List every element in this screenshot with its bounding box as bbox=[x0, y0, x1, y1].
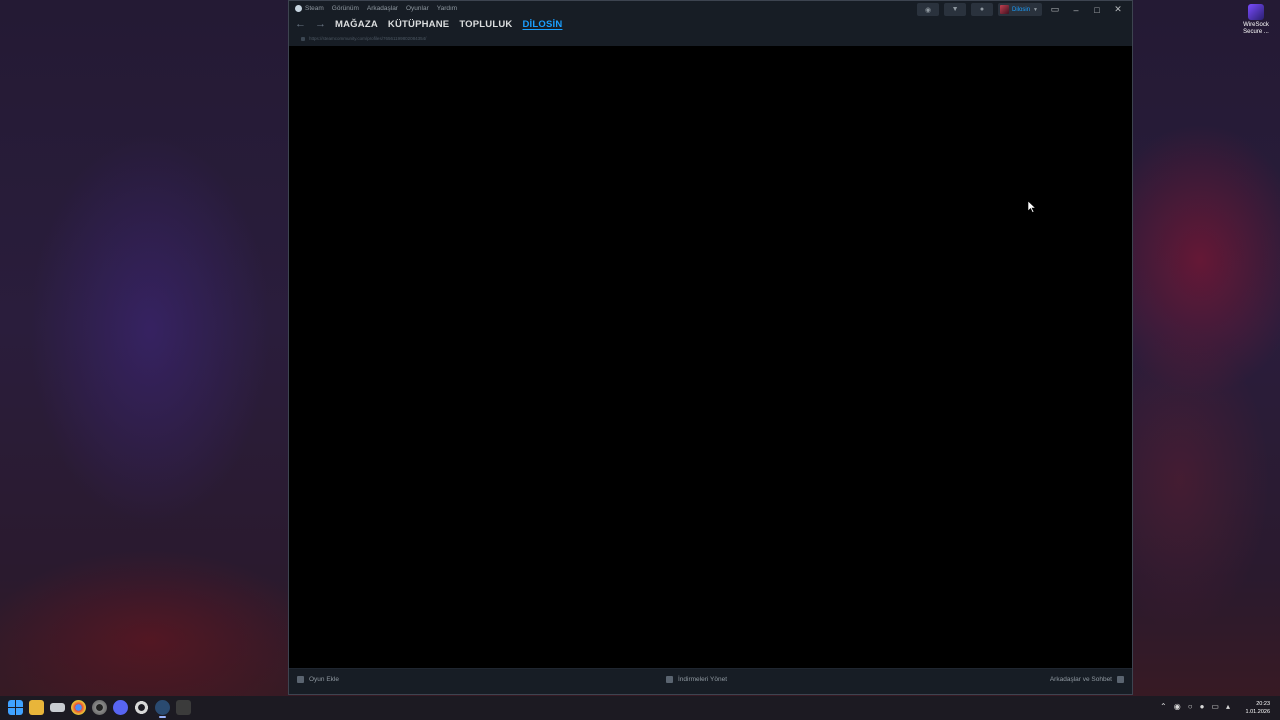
close-button[interactable]: ✕ bbox=[1110, 4, 1126, 15]
windows-start-icon[interactable] bbox=[8, 700, 23, 715]
taskbar-apps bbox=[8, 700, 191, 718]
minimize-button[interactable]: – bbox=[1068, 5, 1084, 15]
friends-activity-icon[interactable]: ◉ bbox=[917, 3, 940, 16]
chat-icon bbox=[1117, 676, 1124, 683]
add-game-button[interactable]: Oyun Ekle bbox=[297, 676, 339, 683]
tab-profile[interactable]: DİLOSİN bbox=[523, 19, 563, 30]
mouse-cursor-icon bbox=[1028, 201, 1036, 213]
desktop-icon-label: WireSock Secure ... bbox=[1243, 22, 1269, 35]
taskbar-clock[interactable]: 20:23 1.01.2026 bbox=[1246, 700, 1270, 716]
titlebar-controls: ◉ ▼ ● Dilosin ▼ ▭ – □ ✕ bbox=[917, 3, 1126, 16]
file-explorer-icon[interactable] bbox=[29, 700, 44, 715]
lock-icon bbox=[301, 37, 305, 41]
avatar bbox=[1000, 5, 1010, 14]
back-arrow-icon[interactable]: ← bbox=[295, 18, 306, 30]
url-bar[interactable]: https://steamcommunity.com/profiles/7656… bbox=[309, 36, 426, 41]
menu-help[interactable]: Yardım bbox=[437, 5, 457, 12]
menu-view[interactable]: Görünüm bbox=[332, 5, 359, 12]
menu-friends[interactable]: Arkadaşlar bbox=[367, 5, 398, 12]
windows-taskbar: ⌃ ◉ ○ ● ▭ ▴ 20:23 1.01.2026 bbox=[0, 696, 1280, 720]
chrome-dev-icon[interactable] bbox=[92, 700, 107, 715]
steam-titlebar: Steam Görünüm Arkadaşlar Oyunlar Yardım … bbox=[289, 1, 1132, 46]
steam-nav: ← → MAĞAZA KÜTÜPHANE TOPLULUK DİLOSİN bbox=[295, 18, 562, 30]
wiresock-icon bbox=[1248, 4, 1264, 20]
headset-icon[interactable]: ◉ bbox=[1174, 702, 1181, 711]
app-icon[interactable] bbox=[50, 703, 65, 712]
system-tray: ⌃ ◉ ○ ● ▭ ▴ bbox=[1160, 702, 1230, 711]
manage-downloads-button[interactable]: İndirmeleri Yönet bbox=[666, 676, 727, 683]
chevron-down-icon: ▼ bbox=[1033, 6, 1038, 13]
network-icon[interactable]: ○ bbox=[1188, 702, 1193, 711]
clock-time: 20:23 bbox=[1256, 701, 1270, 707]
settings-gear-icon[interactable] bbox=[134, 700, 149, 715]
steam-logo-icon bbox=[295, 5, 302, 12]
microphone-icon[interactable]: ● bbox=[1200, 702, 1205, 711]
notifications-bell-icon[interactable]: ● bbox=[971, 3, 994, 16]
discord-icon[interactable] bbox=[113, 700, 128, 715]
big-picture-icon[interactable]: ▭ bbox=[1047, 4, 1063, 15]
chevron-up-icon[interactable]: ⌃ bbox=[1160, 702, 1167, 711]
tab-library[interactable]: KÜTÜPHANE bbox=[388, 19, 449, 30]
volume-icon[interactable]: ▴ bbox=[1226, 702, 1230, 711]
announcements-icon[interactable]: ▼ bbox=[944, 3, 967, 16]
download-icon bbox=[666, 676, 673, 683]
terminal-icon[interactable] bbox=[176, 700, 191, 715]
username: Dilosin bbox=[1012, 6, 1031, 13]
chrome-icon[interactable] bbox=[71, 700, 86, 715]
display-icon[interactable]: ▭ bbox=[1211, 702, 1219, 711]
maximize-button[interactable]: □ bbox=[1089, 5, 1105, 15]
menu-games[interactable]: Oyunlar bbox=[406, 5, 429, 12]
clock-date: 1.01.2026 bbox=[1245, 709, 1270, 715]
steam-content-area[interactable] bbox=[289, 46, 1132, 668]
steam-menubar: Steam Görünüm Arkadaşlar Oyunlar Yardım bbox=[295, 5, 457, 12]
friends-chat-button[interactable]: Arkadaşlar ve Sohbet bbox=[1050, 676, 1124, 683]
tab-store[interactable]: MAĞAZA bbox=[335, 19, 378, 30]
menu-steam[interactable]: Steam bbox=[295, 5, 324, 12]
steam-taskbar-icon[interactable] bbox=[155, 700, 170, 718]
forward-arrow-icon[interactable]: → bbox=[315, 18, 326, 30]
plus-icon bbox=[297, 676, 304, 683]
tab-community[interactable]: TOPLULUK bbox=[459, 19, 512, 30]
steam-window: Steam Görünüm Arkadaşlar Oyunlar Yardım … bbox=[288, 0, 1133, 695]
desktop-icon-wiresock[interactable]: WireSock Secure ... bbox=[1236, 4, 1276, 36]
user-menu-button[interactable]: Dilosin ▼ bbox=[998, 3, 1042, 16]
steam-footer: Oyun Ekle İndirmeleri Yönet Arkadaşlar v… bbox=[289, 668, 1132, 694]
